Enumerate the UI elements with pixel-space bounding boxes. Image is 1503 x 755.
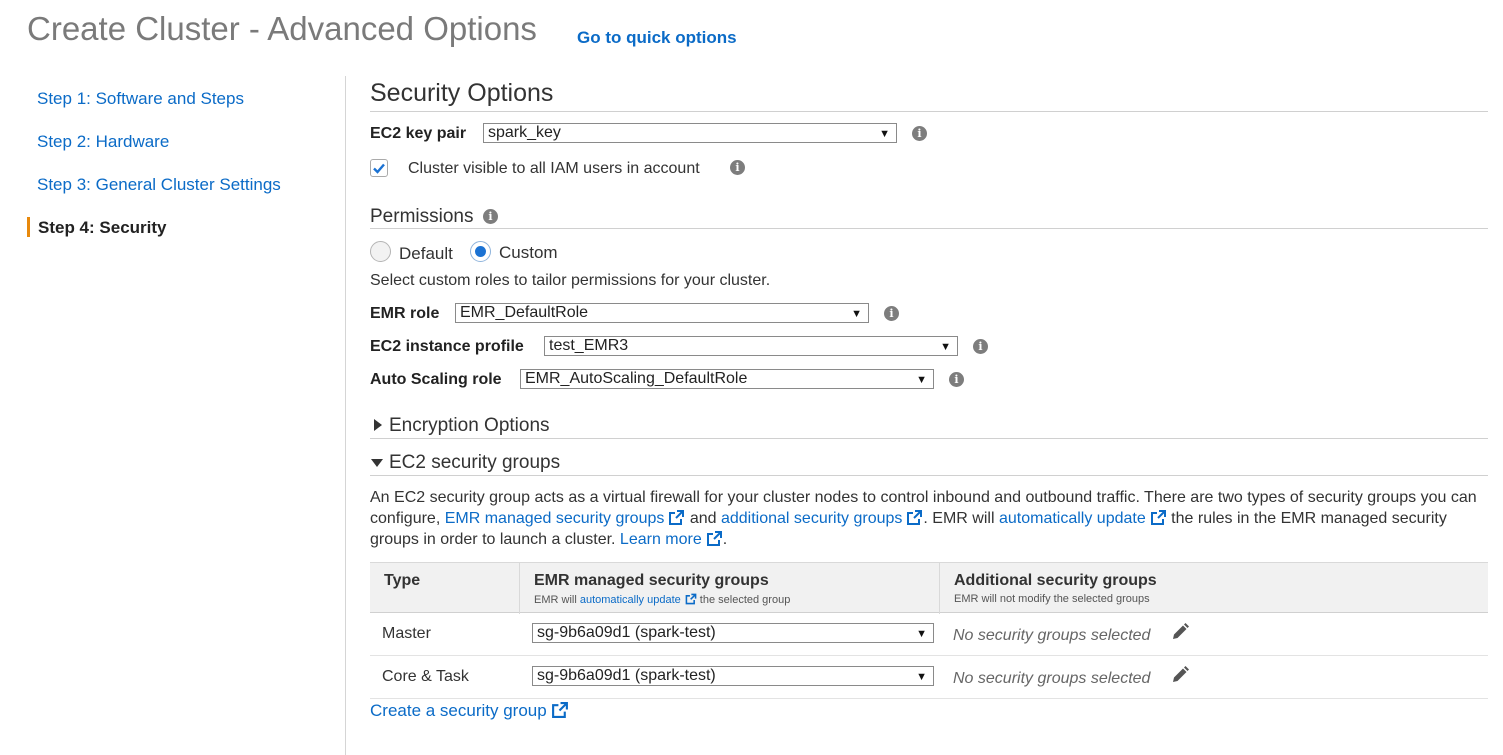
- description-text: . EMR will: [923, 510, 999, 527]
- table-header: Type EMR managed security groups EMR wil…: [370, 562, 1488, 614]
- chevron-down-icon: ▼: [940, 341, 951, 353]
- automatically-update-link[interactable]: automatically update: [999, 510, 1146, 527]
- cluster-visible-label: Cluster visible to all IAM users in acco…: [408, 160, 700, 177]
- divider: [370, 475, 1488, 476]
- column-header-type: Type: [370, 563, 519, 614]
- permissions-help-text: Select custom roles to tailor permission…: [370, 272, 771, 289]
- pencil-icon[interactable]: [1170, 622, 1190, 647]
- auto-scaling-role-label: Auto Scaling role: [370, 371, 502, 388]
- info-icon[interactable]: i: [949, 372, 964, 387]
- security-options-heading: Security Options: [370, 79, 554, 107]
- sidebar-step-general-settings[interactable]: Step 3: General Cluster Settings: [37, 175, 281, 195]
- emr-role-label: EMR role: [370, 305, 440, 322]
- create-security-group-link[interactable]: Create a security group: [370, 701, 547, 720]
- caret-right-icon: [374, 419, 382, 431]
- column-title: Additional security groups: [954, 572, 1157, 589]
- automatically-update-link[interactable]: automatically update: [580, 594, 681, 606]
- column-subtitle: EMR will not modify the selected groups: [954, 593, 1150, 605]
- ec2-key-pair-label: EC2 key pair: [370, 125, 467, 142]
- divider: [370, 111, 1488, 112]
- emr-role-value: EMR_DefaultRole: [460, 304, 589, 321]
- external-link-icon[interactable]: [668, 509, 685, 526]
- info-icon[interactable]: i: [483, 209, 498, 224]
- description-text: and: [685, 510, 721, 527]
- pencil-icon[interactable]: [1170, 665, 1190, 690]
- permissions-custom-radio[interactable]: [470, 241, 491, 262]
- sidebar-step-security: Step 4: Security: [38, 218, 167, 237]
- row-type: Core & Task: [382, 668, 469, 685]
- divider: [370, 228, 1488, 229]
- column-subtitle: EMR will automatically update the select…: [534, 593, 790, 606]
- chevron-down-icon: ▼: [916, 628, 927, 640]
- security-groups-description: An EC2 security group acts as a virtual …: [370, 487, 1480, 550]
- ec2-security-groups-heading: EC2 security groups: [389, 452, 561, 473]
- ec2-key-pair-value: spark_key: [488, 124, 561, 141]
- external-link-icon[interactable]: [906, 509, 923, 526]
- permissions-custom-label: Custom: [499, 243, 558, 262]
- emr-managed-sg-link[interactable]: EMR managed security groups: [445, 510, 665, 527]
- chevron-down-icon: ▼: [879, 128, 890, 140]
- external-link-icon[interactable]: [706, 530, 723, 547]
- column-header-managed: EMR managed security groups EMR will aut…: [519, 563, 939, 614]
- cluster-visible-checkbox[interactable]: [370, 159, 388, 177]
- permissions-default-label: Default: [399, 244, 453, 263]
- row-type: Master: [382, 625, 431, 642]
- create-security-group: Create a security group: [370, 701, 569, 721]
- main-content: Security Options EC2 key pair spark_key …: [370, 0, 1488, 755]
- table-row-core-task: Core & Task sg-9b6a09d1 (spark-test) ▼ N…: [370, 656, 1488, 699]
- column-title: EMR managed security groups: [534, 572, 769, 589]
- column-title: Type: [384, 572, 421, 589]
- subtitle-text: the selected group: [696, 594, 791, 606]
- select-value: sg-9b6a09d1 (spark-test): [537, 667, 716, 684]
- external-link-icon[interactable]: [1150, 509, 1167, 526]
- ec2-key-pair-select[interactable]: spark_key ▼: [483, 123, 897, 143]
- subtitle-text: EMR will: [534, 594, 580, 606]
- info-icon[interactable]: i: [912, 126, 927, 141]
- emr-role-select[interactable]: EMR_DefaultRole ▼: [455, 303, 869, 323]
- encryption-options-heading: Encryption Options: [389, 415, 550, 436]
- auto-scaling-role-value: EMR_AutoScaling_DefaultRole: [525, 370, 748, 387]
- caret-down-icon: [371, 459, 383, 467]
- permissions-default-radio[interactable]: [370, 241, 391, 262]
- column-header-additional: Additional security groups EMR will not …: [939, 563, 1488, 614]
- info-icon[interactable]: i: [730, 160, 745, 175]
- external-link-icon[interactable]: [551, 701, 569, 719]
- sidebar-step-software[interactable]: Step 1: Software and Steps: [37, 89, 244, 109]
- chevron-down-icon: ▼: [916, 671, 927, 683]
- ec2-instance-profile-label: EC2 instance profile: [370, 338, 524, 355]
- divider: [370, 438, 1488, 439]
- sidebar-step-hardware[interactable]: Step 2: Hardware: [37, 132, 169, 152]
- chevron-down-icon: ▼: [851, 308, 862, 320]
- info-icon[interactable]: i: [884, 306, 899, 321]
- checkmark-icon: [373, 163, 385, 174]
- no-additional-groups-text: No security groups selected: [953, 627, 1151, 644]
- ec2-instance-profile-value: test_EMR3: [549, 337, 629, 354]
- table-row-master: Master sg-9b6a09d1 (spark-test) ▼ No sec…: [370, 613, 1488, 656]
- auto-scaling-role-select[interactable]: EMR_AutoScaling_DefaultRole ▼: [520, 369, 934, 389]
- chevron-down-icon: ▼: [916, 374, 927, 386]
- select-value: sg-9b6a09d1 (spark-test): [537, 624, 716, 641]
- active-step-marker: [27, 217, 30, 237]
- ec2-instance-profile-select[interactable]: test_EMR3 ▼: [544, 336, 958, 356]
- permissions-heading: Permissions: [370, 206, 474, 227]
- external-link-icon[interactable]: [685, 593, 697, 605]
- master-managed-sg-select[interactable]: sg-9b6a09d1 (spark-test) ▼: [532, 623, 934, 643]
- learn-more-link[interactable]: Learn more: [620, 531, 702, 548]
- description-text: .: [722, 531, 728, 548]
- info-icon[interactable]: i: [973, 339, 988, 354]
- no-additional-groups-text: No security groups selected: [953, 670, 1151, 687]
- core-task-managed-sg-select[interactable]: sg-9b6a09d1 (spark-test) ▼: [532, 666, 934, 686]
- additional-sg-link[interactable]: additional security groups: [721, 510, 902, 527]
